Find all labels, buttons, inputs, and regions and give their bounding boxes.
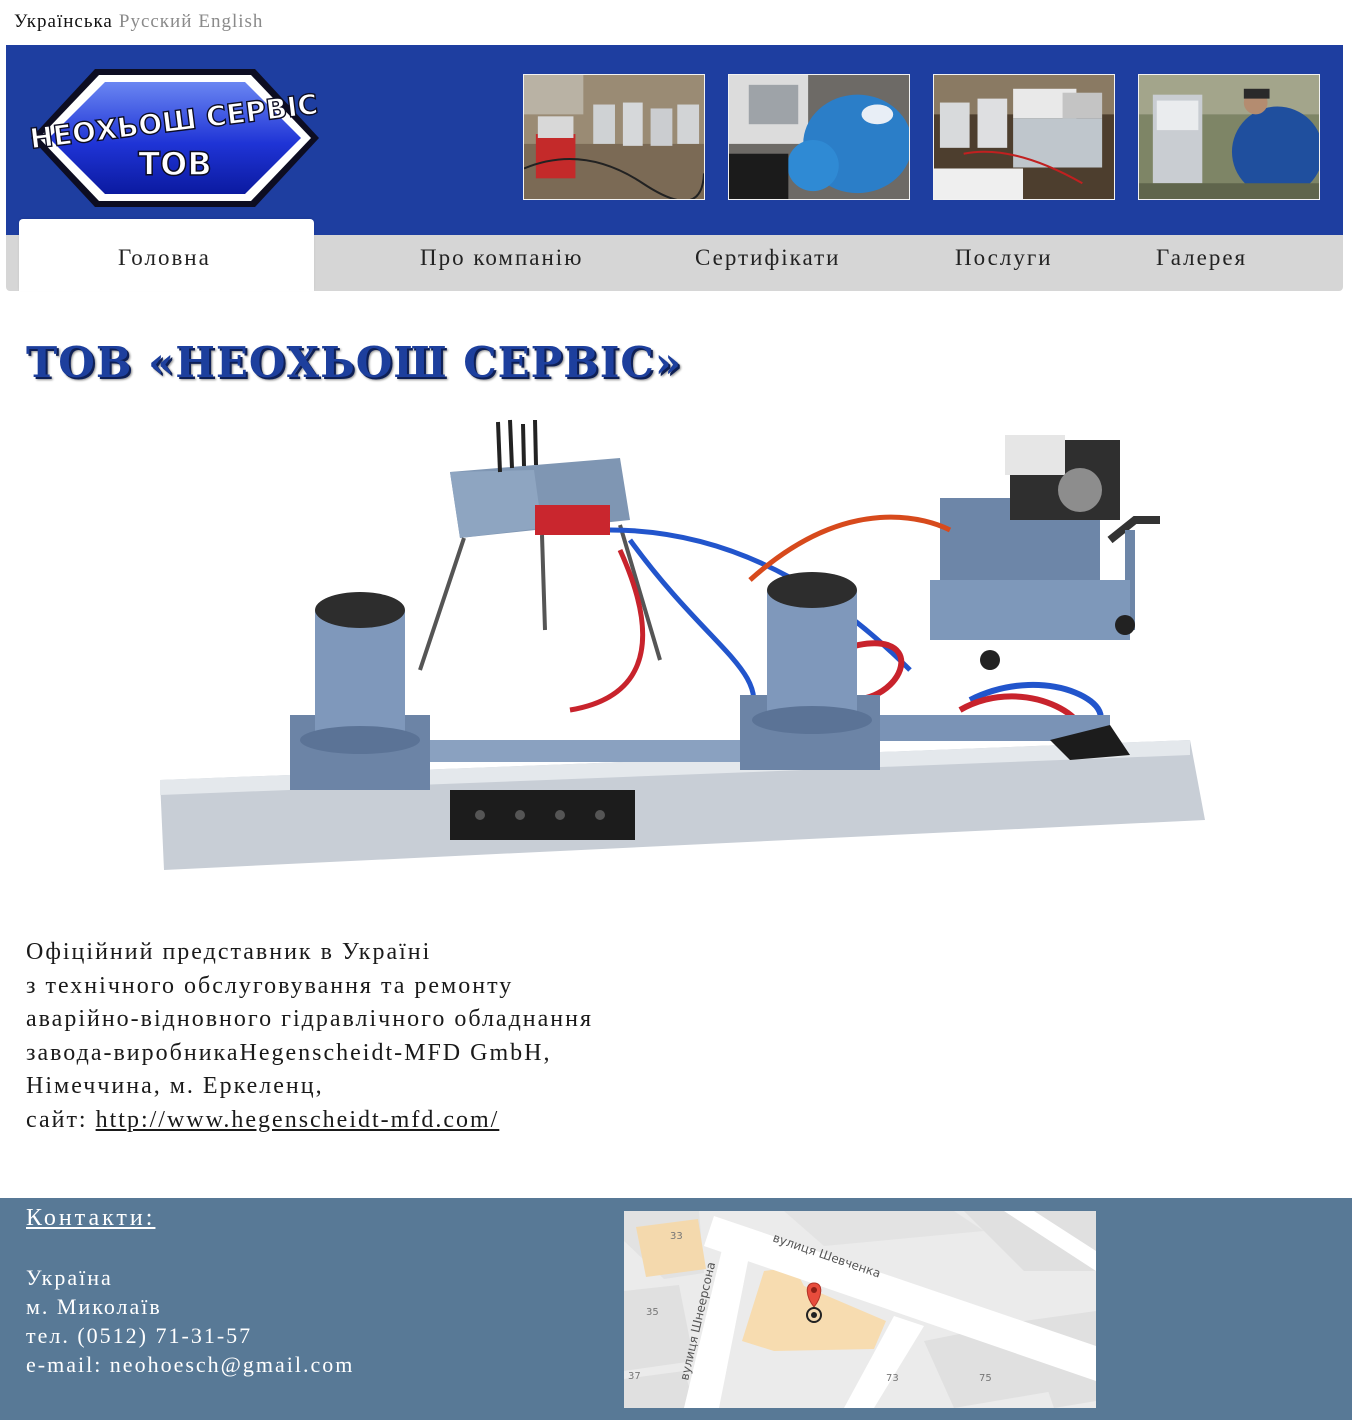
gallery-thumb-3[interactable] — [933, 74, 1115, 200]
website-line: сайт: http://www.hegenscheidt-mfd.com/ — [26, 1104, 593, 1138]
description-line-5: Німеччина, м. Еркеленц, — [26, 1073, 324, 1099]
site-header: НЕОХЬОШ СЕРВІС ТОВ — [6, 45, 1343, 237]
nav-about[interactable]: Про компанію — [420, 245, 583, 271]
contacts-heading: Контакти: — [26, 1205, 156, 1231]
language-switcher: Українська Русский English — [14, 11, 269, 33]
gallery-thumb-4[interactable] — [1138, 74, 1320, 200]
gallery-thumb-1[interactable] — [523, 74, 705, 200]
map-house-number: 73 — [886, 1373, 899, 1384]
website-label: сайт: — [26, 1106, 96, 1133]
hydraulic-equipment-image — [150, 410, 1220, 890]
map-house-number: 37 — [628, 1371, 641, 1382]
contact-city: м. Миколаїв — [26, 1294, 162, 1319]
company-logo[interactable]: НЕОХЬОШ СЕРВІС ТОВ — [27, 67, 321, 209]
description-line-3: аварійно-відновного гідравлічного обладн… — [26, 1006, 594, 1032]
location-map[interactable]: вулиця Шевченка вулиця Шнеерсона 33 35 3… — [624, 1211, 1096, 1408]
description-line-2: з технічного обслуговування та ремонту — [26, 972, 514, 999]
page-title: ТОВ «НЕОХЬОШ СЕРВІС» — [26, 338, 683, 387]
logo-type-text: ТОВ — [138, 145, 211, 183]
contacts-footer: Контакти: Україна м. Миколаїв тел. (0512… — [0, 1198, 1352, 1420]
map-house-number: 35 — [646, 1307, 659, 1318]
manufacturer-website-link[interactable]: http://www.hegenscheidt-mfd.com/ — [96, 1107, 500, 1133]
nav-gallery[interactable]: Галерея — [1156, 245, 1247, 271]
map-house-number: 75 — [979, 1373, 992, 1384]
company-description: Офіційний представник в Україні з техніч… — [26, 936, 593, 1137]
language-russian[interactable]: Русский — [119, 11, 193, 32]
description-line-1: Офіційний представник в Україні — [26, 939, 432, 965]
nav-certificates[interactable]: Сертифікати — [695, 245, 840, 271]
nav-services[interactable]: Послуги — [955, 245, 1053, 271]
language-ukrainian[interactable]: Українська — [14, 11, 113, 32]
contact-phone: тел. (0512) 71-31-57 — [26, 1323, 253, 1348]
contact-country: Україна — [26, 1265, 113, 1290]
map-house-number: 33 — [670, 1231, 683, 1242]
description-line-4: завода-виробникаHegenscheidt-MFD GmbH, — [26, 1039, 552, 1066]
nav-home[interactable]: Головна — [118, 245, 211, 271]
gallery-thumb-2[interactable] — [728, 74, 910, 200]
contact-email: e-mail: neohoesch@gmail.com — [26, 1352, 355, 1377]
language-english[interactable]: English — [198, 11, 263, 32]
